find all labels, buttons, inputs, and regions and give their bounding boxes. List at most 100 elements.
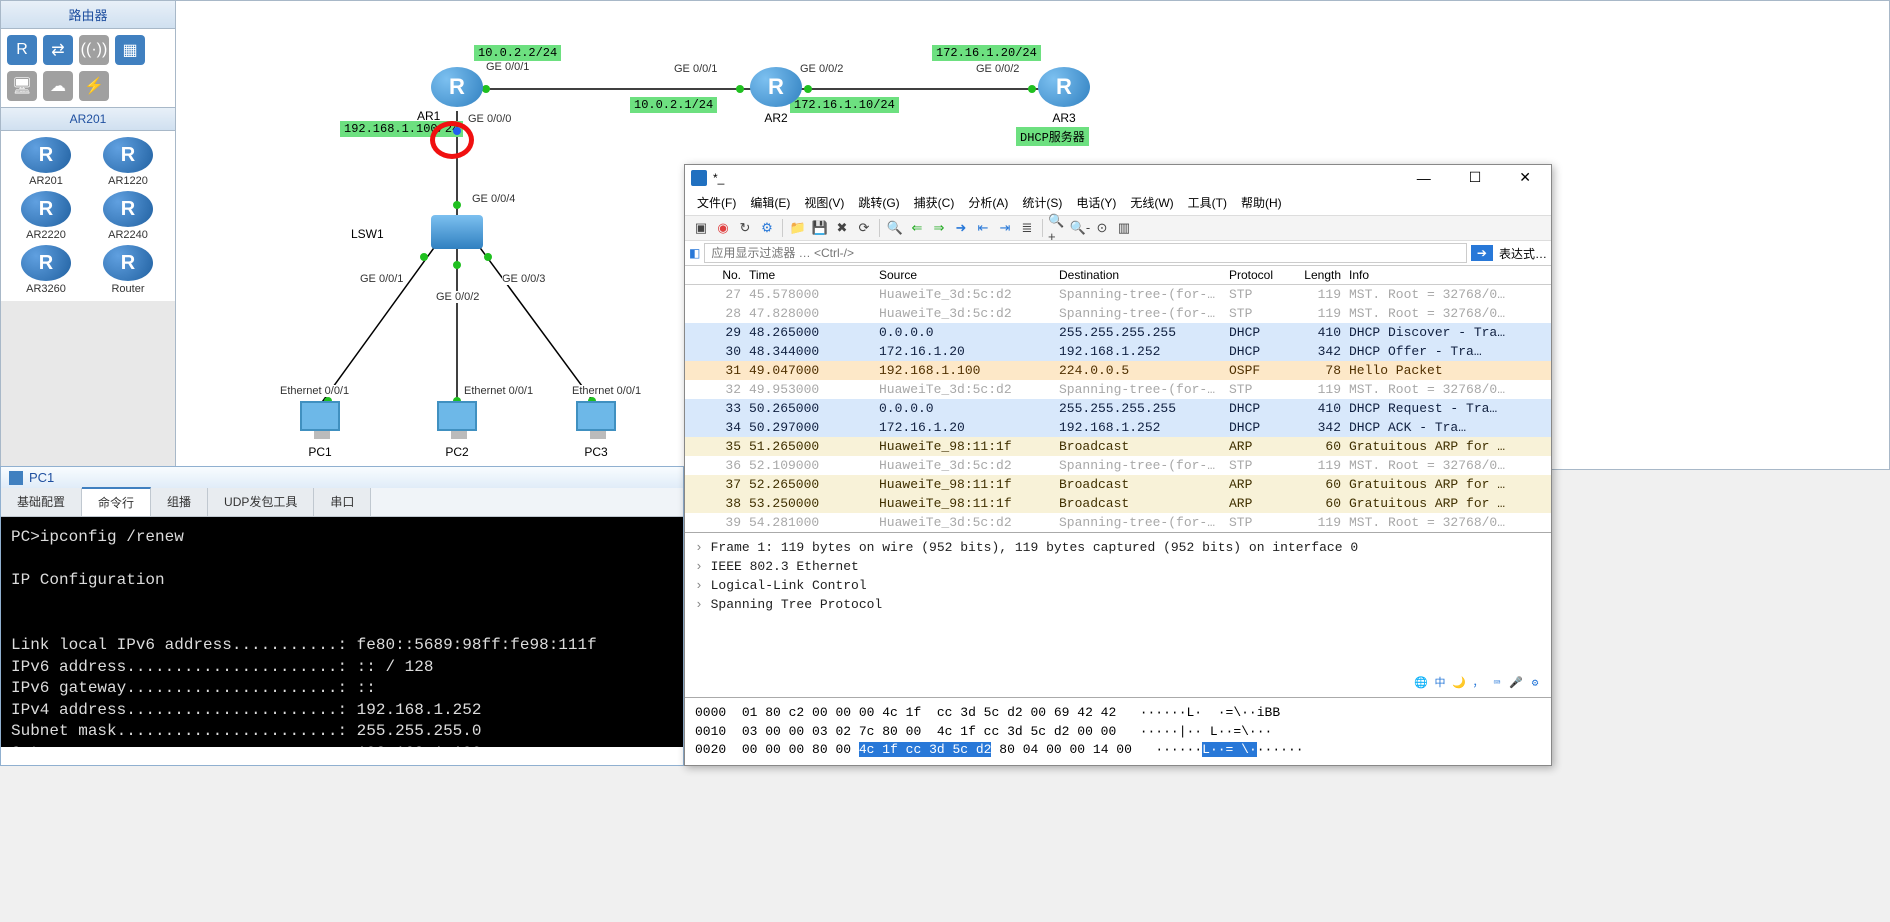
pc1-titlebar[interactable]: PC1 — [1, 467, 683, 488]
packet-row[interactable]: 3048.344000172.16.1.20192.168.1.252DHCP3… — [685, 342, 1551, 361]
ime-icon[interactable]: ⚙ — [1527, 677, 1543, 693]
packet-row[interactable]: 3249.953000HuaweiTe_3d:5c:d2Spanning-tre… — [685, 380, 1551, 399]
menu-item[interactable]: 帮助(H) — [1235, 192, 1288, 213]
wireshark-icon — [691, 170, 707, 186]
stop-icon[interactable]: ◉ — [713, 218, 733, 238]
packet-row[interactable]: 3551.265000HuaweiTe_98:11:1fBroadcastARP… — [685, 437, 1551, 456]
menu-item[interactable]: 捕获(C) — [908, 192, 961, 213]
packet-list-header[interactable]: No. Time Source Destination Protocol Len… — [685, 266, 1551, 285]
close-button[interactable]: ✕ — [1505, 169, 1545, 186]
wireshark-toolbar: ▣ ◉ ↻ ⚙ 📁 💾 ✖ ⟳ 🔍 ⇐ ⇒ ➜ ⇤ ⇥ ≣ 🔍+ 🔍- ⊙ ▥ — [685, 215, 1551, 241]
pc1-terminal[interactable]: PC>ipconfig /renew IP Configuration Link… — [1, 517, 683, 747]
next-icon[interactable]: ⇒ — [929, 218, 949, 238]
zoom-reset-icon[interactable]: ⊙ — [1092, 218, 1112, 238]
pc-icon — [9, 471, 23, 485]
prev-icon[interactable]: ⇐ — [907, 218, 927, 238]
menu-item[interactable]: 文件(F) — [691, 192, 742, 213]
switch-icon[interactable]: ⇄ — [43, 35, 73, 65]
zoom-in-icon[interactable]: 🔍+ — [1048, 218, 1068, 238]
reload-icon[interactable]: ⟳ — [854, 218, 874, 238]
link-icon[interactable]: ⚡ — [79, 71, 109, 101]
device-item[interactable]: RAR3260 — [7, 245, 85, 295]
packet-bytes[interactable]: 0000 01 80 c2 00 00 00 4c 1f cc 3d 5c d2… — [685, 698, 1551, 765]
pc1-tab[interactable]: 命令行 — [82, 487, 151, 516]
pc1-tab[interactable]: 组播 — [151, 488, 208, 516]
packet-row[interactable]: 2745.578000HuaweiTe_3d:5c:d2Spanning-tre… — [685, 285, 1551, 304]
menu-item[interactable]: 统计(S) — [1016, 192, 1068, 213]
close-capture-icon[interactable]: ✖ — [832, 218, 852, 238]
packet-row[interactable]: 3350.2650000.0.0.0255.255.255.255DHCP410… — [685, 399, 1551, 418]
first-icon[interactable]: ⇤ — [973, 218, 993, 238]
ime-icon[interactable]: 🎤 — [1508, 677, 1524, 693]
pc-icon[interactable]: 🖥 — [7, 71, 37, 101]
device-item[interactable]: RAR2240 — [89, 191, 167, 241]
port-label: GE 0/0/1 — [360, 273, 403, 285]
pc1-tab[interactable]: UDP发包工具 — [208, 488, 314, 516]
pc1-tab[interactable]: 串口 — [314, 488, 371, 516]
device-item[interactable]: RAR2220 — [7, 191, 85, 241]
packet-row[interactable]: 2948.2650000.0.0.0255.255.255.255DHCP410… — [685, 323, 1551, 342]
node-ar1[interactable]: R AR1 — [431, 67, 483, 107]
ime-icon[interactable]: 🌙 — [1451, 677, 1467, 693]
node-ar2[interactable]: R AR2 — [750, 67, 802, 125]
folder-icon[interactable]: 📁 — [788, 218, 808, 238]
router-icon[interactable]: R — [7, 35, 37, 65]
packet-row[interactable]: 2847.828000HuaweiTe_3d:5c:d2Spanning-tre… — [685, 304, 1551, 323]
restart-icon[interactable]: ↻ — [735, 218, 755, 238]
find-icon[interactable]: 🔍 — [885, 218, 905, 238]
node-pc3[interactable]: PC3 — [576, 401, 616, 459]
port-label: Ethernet 0/0/1 — [280, 385, 349, 397]
cloud-icon[interactable]: ☁ — [43, 71, 73, 101]
menu-item[interactable]: 电话(Y) — [1070, 192, 1122, 213]
packet-row[interactable]: 3149.047000192.168.1.100224.0.0.5OSPF78H… — [685, 361, 1551, 380]
node-ar3[interactable]: R AR3 — [1038, 67, 1090, 125]
node-lsw1[interactable]: LSW1 — [431, 215, 483, 249]
packet-row[interactable]: 3652.109000HuaweiTe_3d:5c:d2Spanning-tre… — [685, 456, 1551, 475]
wlan-icon[interactable]: ((·)) — [79, 35, 109, 65]
node-pc1[interactable]: PC1 — [300, 401, 340, 459]
bookmark-icon[interactable]: ◧ — [689, 246, 700, 260]
menu-item[interactable]: 无线(W) — [1124, 192, 1179, 213]
last-icon[interactable]: ⇥ — [995, 218, 1015, 238]
save-icon[interactable]: 💾 — [810, 218, 830, 238]
device-item[interactable]: RRouter — [89, 245, 167, 295]
device-item[interactable]: RAR201 — [7, 137, 85, 187]
zoom-out-icon[interactable]: 🔍- — [1070, 218, 1090, 238]
menu-item[interactable]: 分析(A) — [962, 192, 1014, 213]
port-label: GE 0/0/2 — [436, 291, 479, 303]
wireshark-titlebar[interactable]: *_ — ☐ ✕ — [685, 165, 1551, 190]
packet-row[interactable]: 3954.281000HuaweiTe_3d:5c:d2Spanning-tre… — [685, 513, 1551, 532]
pc1-tab[interactable]: 基础配置 — [1, 488, 82, 516]
open-icon[interactable]: ▣ — [691, 218, 711, 238]
ime-icon[interactable]: 🌐 — [1413, 677, 1429, 693]
port-label: GE 0/0/0 — [468, 113, 511, 125]
menu-item[interactable]: 视图(V) — [798, 192, 850, 213]
options-icon[interactable]: ⚙ — [757, 218, 777, 238]
node-pc2[interactable]: PC2 — [437, 401, 477, 459]
menu-item[interactable]: 工具(T) — [1182, 192, 1233, 213]
columns-icon[interactable]: ▥ — [1114, 218, 1134, 238]
goto-icon[interactable]: ➜ — [951, 218, 971, 238]
minimize-button[interactable]: — — [1403, 170, 1445, 186]
ime-icon[interactable]: ， — [1470, 677, 1486, 693]
packet-row[interactable]: 3853.250000HuaweiTe_98:11:1fBroadcastARP… — [685, 494, 1551, 513]
expression-button[interactable]: 表达式… — [1499, 245, 1547, 262]
menu-item[interactable]: 编辑(E) — [744, 192, 796, 213]
ime-icon[interactable]: 中 — [1432, 677, 1448, 693]
apply-filter-button[interactable]: ➔ — [1471, 245, 1493, 261]
filter-input[interactable] — [704, 243, 1467, 263]
device-grid: RAR201RAR1220RAR2220RAR2240RAR3260RRoute… — [1, 131, 175, 301]
device-item[interactable]: RAR1220 — [89, 137, 167, 187]
autoscroll-icon[interactable]: ≣ — [1017, 218, 1037, 238]
port-label: GE 0/0/3 — [502, 273, 545, 285]
menu-item[interactable]: 跳转(G) — [852, 192, 905, 213]
annotation-circle — [430, 121, 474, 159]
ime-icon[interactable]: ⌨ — [1489, 677, 1505, 693]
packet-row[interactable]: 3752.265000HuaweiTe_98:11:1fBroadcastARP… — [685, 475, 1551, 494]
port-label: Ethernet 0/0/1 — [572, 385, 641, 397]
firewall-icon[interactable]: ▦ — [115, 35, 145, 65]
device-palette: 路由器 R ⇄ ((·)) ▦ 🖥 ☁ ⚡ AR201 RAR201RAR122… — [0, 0, 176, 470]
packet-row[interactable]: 3450.297000172.16.1.20192.168.1.252DHCP3… — [685, 418, 1551, 437]
maximize-button[interactable]: ☐ — [1455, 169, 1496, 186]
packet-details[interactable]: Frame 1: 119 bytes on wire (952 bits), 1… — [685, 533, 1551, 698]
